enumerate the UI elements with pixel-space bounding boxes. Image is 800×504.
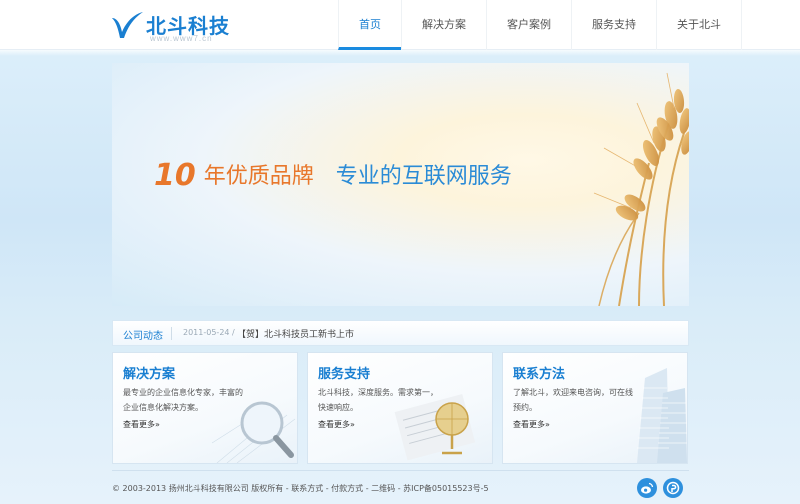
- main-nav: 首页 解决方案 客户案例 服务支持 关于北斗: [338, 0, 742, 50]
- nav-item-support[interactable]: 服务支持: [571, 0, 656, 50]
- news-divider: [171, 327, 172, 340]
- site-header: 北斗科技 www.www7.cn 首页 解决方案 客户案例 服务支持 关于北斗: [0, 0, 800, 50]
- news-title[interactable]: 公司动态: [123, 327, 163, 342]
- banner-number: 10: [154, 158, 196, 193]
- card-solutions: 解决方案 最专业的企业信息化专家，丰富的企业信息化解决方案。 查看更多»: [112, 352, 298, 464]
- hero-banner[interactable]: 10 年优质品牌 专业的互联网服务: [112, 63, 689, 306]
- nav-item-about[interactable]: 关于北斗: [656, 0, 742, 50]
- logo-url: www.www7.cn: [150, 34, 213, 43]
- card-title[interactable]: 联系方法: [513, 363, 565, 382]
- card-title[interactable]: 服务支持: [318, 363, 370, 382]
- card-support: 服务支持 北斗科技，深度服务。需求第一，快速响应。 查看更多»: [307, 352, 493, 464]
- card-more-link[interactable]: 查看更多»: [513, 419, 550, 430]
- footer-divider: [112, 470, 689, 471]
- news-date: 2011-05-24 /: [183, 328, 235, 337]
- share-icon[interactable]: [663, 478, 683, 498]
- building-icon: [637, 368, 687, 463]
- nav-item-home[interactable]: 首页: [338, 0, 401, 50]
- card-contact: 联系方法 了解北斗，欢迎来电咨询，可在线预约。 查看更多»: [502, 352, 688, 464]
- logo-mark-icon: [112, 12, 143, 38]
- banner-brand-line: 年优质品牌: [203, 164, 314, 189]
- banner-slogan: 10 年优质品牌 专业的互联网服务: [154, 158, 512, 193]
- weibo-icon[interactable]: [637, 478, 657, 498]
- nav-item-solutions[interactable]: 解决方案: [401, 0, 486, 50]
- wheat-image: [593, 72, 689, 306]
- banner-service-line: 专业的互联网服务: [335, 164, 512, 189]
- footer-copyright: © 2003-2013 扬州北斗科技有限公司 版权所有 - 联系方式 - 付款方…: [112, 484, 489, 493]
- nav-item-cases[interactable]: 客户案例: [486, 0, 571, 50]
- card-more-link[interactable]: 查看更多»: [318, 419, 355, 430]
- site-logo[interactable]: 北斗科技 www.www7.cn: [110, 8, 230, 44]
- card-title[interactable]: 解决方案: [123, 363, 175, 382]
- card-more-link[interactable]: 查看更多»: [123, 419, 160, 430]
- news-headline-link[interactable]: 【贺】北斗科技员工新书上市: [237, 327, 354, 340]
- magnifier-paper-icon: [211, 401, 296, 463]
- globe-newspaper-icon: [394, 394, 476, 461]
- news-bar: 公司动态 2011-05-24 / 【贺】北斗科技员工新书上市: [112, 320, 689, 346]
